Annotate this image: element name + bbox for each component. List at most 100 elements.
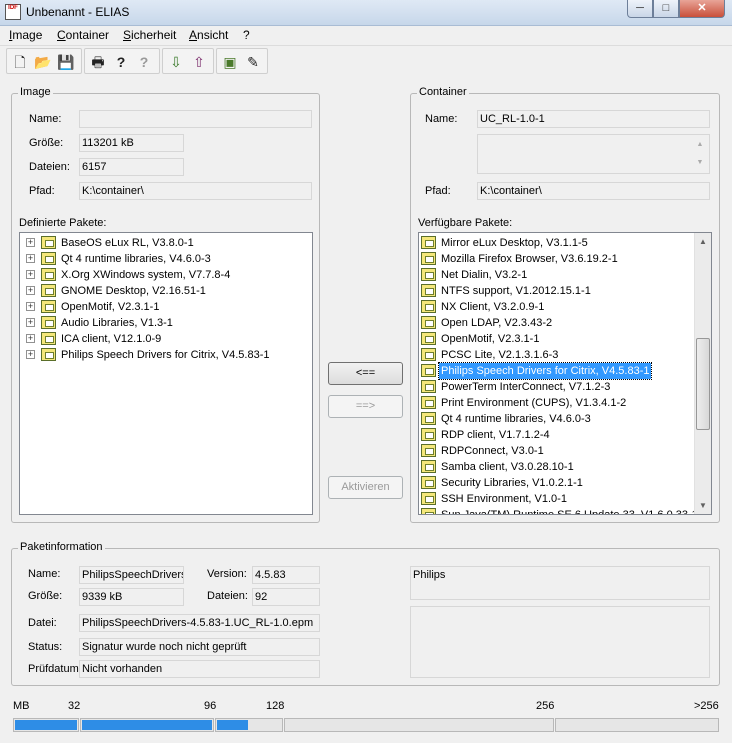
help-icon[interactable]: ?	[111, 52, 131, 72]
export-icon[interactable]: ⇧	[189, 52, 209, 72]
tree-item[interactable]: + OpenMotif, V2.3.1-1	[20, 299, 310, 315]
close-button[interactable]: ✕	[679, 0, 725, 18]
list-item[interactable]: RDPConnect, V3.0-1	[419, 443, 694, 459]
expand-icon[interactable]: +	[26, 350, 35, 359]
tree-item[interactable]: + Qt 4 runtime libraries, V4.6.0-3	[20, 251, 310, 267]
capacity-unit-label: MB	[13, 700, 30, 712]
sign-icon[interactable]: ✎	[243, 52, 263, 72]
package-icon	[421, 412, 436, 425]
remove-package-button[interactable]: ==>	[328, 395, 403, 418]
tree-item-label: Philips Speech Drivers for Citrix, V4.5.…	[61, 349, 270, 361]
container-description-field[interactable]	[477, 134, 710, 174]
package-info-title: Paketinformation	[18, 541, 105, 553]
list-item[interactable]: SSH Environment, V1.0-1	[419, 491, 694, 507]
package-icon	[421, 252, 436, 265]
tree-item-label: BaseOS eLux RL, V3.8.0-1	[61, 237, 194, 249]
package-icon	[421, 460, 436, 473]
scroll-up-icon[interactable]: ▲	[695, 233, 711, 250]
package-icon	[421, 348, 436, 361]
tree-item[interactable]: + GNOME Desktop, V2.16.51-1	[20, 283, 310, 299]
menu-image[interactable]: Image	[9, 28, 42, 42]
context-help-icon[interactable]: ?	[134, 52, 154, 72]
list-item[interactable]: Philips Speech Drivers for Citrix, V4.5.…	[419, 362, 694, 380]
import-icon[interactable]: ⇩	[166, 52, 186, 72]
capacity-segment-2	[80, 718, 214, 732]
container-name-field[interactable]: UC_RL-1.0-1	[477, 110, 710, 128]
tree-item[interactable]: + BaseOS eLux RL, V3.8.0-1	[20, 235, 310, 251]
list-item[interactable]: NX Client, V3.2.0.9-1	[419, 299, 694, 315]
available-packages-scrollbar[interactable]: ▲ ▼	[694, 233, 711, 514]
container-path-field: K:\container\	[477, 182, 710, 200]
list-item[interactable]: PCSC Lite, V2.1.3.1.6-3	[419, 347, 694, 363]
add-package-button[interactable]: <==	[328, 362, 403, 385]
list-item-label: OpenMotif, V2.3.1-1	[441, 333, 540, 345]
tree-item[interactable]: + Audio Libraries, V1.3-1	[20, 315, 310, 331]
expand-icon[interactable]: +	[26, 286, 35, 295]
scroll-down-icon[interactable]: ▼	[695, 497, 711, 514]
package-icon	[421, 380, 436, 393]
list-item[interactable]: NTFS support, V1.2012.15.1-1	[419, 283, 694, 299]
toolbar-group-tools: ▣ ✎	[216, 48, 268, 74]
package-icon	[421, 300, 436, 313]
package-icon	[421, 508, 436, 514]
open-folder-icon[interactable]: 📂	[33, 52, 53, 72]
image-group-title: Image	[18, 86, 53, 98]
tree-item[interactable]: + X.Org XWindows system, V7.7.8-4	[20, 267, 310, 283]
list-item-label: RDPConnect, V3.0-1	[441, 445, 544, 457]
new-document-icon[interactable]: 🗋	[10, 52, 30, 72]
pkg-description-field	[410, 606, 710, 678]
list-item[interactable]: Security Libraries, V1.0.2.1-1	[419, 475, 694, 491]
container-description-scroll[interactable]: ▲ ▼	[693, 136, 707, 172]
expand-icon[interactable]: +	[26, 238, 35, 247]
image-path-label: Pfad:	[29, 185, 55, 197]
pkg-files-field: 92	[252, 588, 320, 606]
title-bar: IDF Unbenannt - ELIAS ─ □ ✕	[0, 0, 732, 26]
available-packages-list[interactable]: Mirror eLux Desktop, V3.1.1-5 Mozilla Fir…	[418, 232, 712, 515]
expand-icon[interactable]: +	[26, 270, 35, 279]
menu-help[interactable]: ?	[243, 28, 250, 42]
menu-container[interactable]: Container	[57, 28, 109, 42]
save-icon[interactable]: 💾	[56, 52, 76, 72]
list-item[interactable]: Qt 4 runtime libraries, V4.6.0-3	[419, 411, 694, 427]
list-item-label: NTFS support, V1.2012.15.1-1	[441, 285, 591, 297]
tree-item[interactable]: + ICA client, V12.1.0-9	[20, 331, 310, 347]
package-icon[interactable]: ▣	[220, 52, 240, 72]
list-item[interactable]: Open LDAP, V2.3.43-2	[419, 315, 694, 331]
tree-item[interactable]: + Philips Speech Drivers for Citrix, V4.5…	[20, 347, 310, 363]
print-icon[interactable]: 🖶	[88, 52, 108, 72]
capacity-tick-256: 256	[536, 700, 555, 712]
package-icon	[421, 492, 436, 505]
menu-sicherheit[interactable]: Sicherheit	[123, 28, 176, 42]
expand-icon[interactable]: +	[26, 302, 35, 311]
image-size-label: Größe:	[29, 137, 64, 149]
list-item[interactable]: Mozilla Firefox Browser, V3.6.19.2-1	[419, 251, 694, 267]
app-icon: IDF	[5, 4, 21, 20]
maximize-button[interactable]: □	[653, 0, 679, 18]
list-item-label: Sun Java(TM) Runtime SE 6 Update 33, V1.…	[441, 509, 698, 515]
list-item[interactable]: Net Dialin, V3.2-1	[419, 267, 694, 283]
image-files-label: Dateien:	[29, 161, 70, 173]
list-item[interactable]: Sun Java(TM) Runtime SE 6 Update 33, V1.…	[419, 507, 698, 514]
menu-ansicht[interactable]: Ansicht	[189, 28, 228, 42]
tree-item-label: X.Org XWindows system, V7.7.8-4	[61, 269, 231, 281]
expand-icon[interactable]: +	[26, 334, 35, 343]
package-icon	[41, 284, 56, 297]
pkg-vendor-field: Philips	[410, 566, 710, 600]
minimize-button[interactable]: ─	[627, 0, 653, 18]
list-item[interactable]: PowerTerm InterConnect, V7.1.2-3	[419, 379, 694, 395]
list-item[interactable]: OpenMotif, V2.3.1-1	[419, 331, 694, 347]
activate-button[interactable]: Aktivieren	[328, 476, 403, 499]
list-item-label: PowerTerm InterConnect, V7.1.2-3	[441, 381, 611, 393]
list-item[interactable]: Samba client, V3.0.28.10-1	[419, 459, 694, 475]
package-icon	[421, 316, 436, 329]
list-item[interactable]: Mirror eLux Desktop, V3.1.1-5	[419, 235, 694, 251]
list-item[interactable]: Print Environment (CUPS), V1.3.4.1-2	[419, 395, 694, 411]
list-item[interactable]: RDP client, V1.7.1.2-4	[419, 427, 694, 443]
scroll-thumb[interactable]	[696, 338, 710, 430]
expand-icon[interactable]: +	[26, 318, 35, 327]
defined-packages-tree[interactable]: + BaseOS eLux RL, V3.8.0-1 + Qt 4 runtime l…	[19, 232, 313, 515]
expand-icon[interactable]: +	[26, 254, 35, 263]
capacity-tick-over-256: >256	[694, 700, 719, 712]
image-name-field[interactable]	[79, 110, 312, 128]
pkg-version-field: 4.5.83	[252, 566, 320, 584]
